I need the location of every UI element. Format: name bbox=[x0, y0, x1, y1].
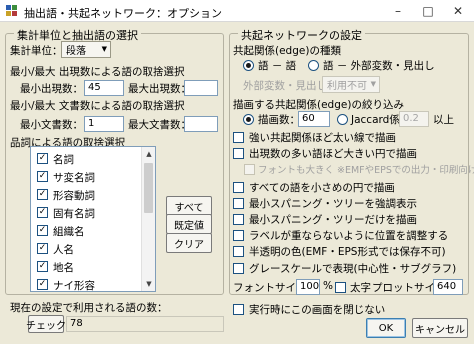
select-all-button[interactable]: すべて bbox=[166, 196, 212, 216]
radio-word-variable[interactable] bbox=[308, 60, 319, 71]
max-freq-label: 最大出現数： bbox=[128, 83, 191, 95]
option-checkbox-thick-lines[interactable] bbox=[233, 132, 244, 143]
pos-checkbox[interactable]: ✓ bbox=[37, 171, 48, 182]
scroll-thumb[interactable] bbox=[144, 163, 153, 213]
radio-draw-count[interactable] bbox=[243, 114, 254, 125]
pos-item-label: 地名 bbox=[53, 262, 74, 274]
pos-checkbox[interactable]: ✓ bbox=[37, 243, 48, 254]
unit-select-value: 段落 bbox=[66, 46, 86, 57]
check-button[interactable]: チェック bbox=[26, 315, 66, 333]
radio-word-word[interactable] bbox=[243, 60, 254, 71]
pos-list[interactable]: ✓ 名詞 ✓ サ変名詞 ✓ 形容動詞 ✓ 固有名詞 ✓ 組織名 ✓ 人名 ✓ 地… bbox=[30, 146, 156, 292]
list-item[interactable]: ✓ 形容動詞 bbox=[31, 185, 141, 205]
bold-label: 太字 bbox=[350, 282, 371, 294]
title-bar: 抽出語・共起ネットワーク：オプション – □ ✕ bbox=[0, 0, 474, 22]
option-checkbox-mst-highlight[interactable] bbox=[233, 198, 244, 209]
pos-item-label: 固有名詞 bbox=[53, 208, 95, 220]
option-checkbox-translucent[interactable] bbox=[233, 246, 244, 257]
keep-open-checkbox[interactable] bbox=[233, 304, 244, 315]
pos-checkbox[interactable]: ✓ bbox=[37, 225, 48, 236]
pos-item-label: 人名 bbox=[53, 244, 74, 256]
option-checkbox-mst-only[interactable] bbox=[233, 214, 244, 225]
word-count-display: 78 bbox=[66, 316, 224, 332]
freq-section-label: 最小/最大 出現数による語の取捨選択 bbox=[10, 66, 185, 78]
pos-item-label: サ変名詞 bbox=[53, 172, 95, 184]
pos-item-label: 組織名 bbox=[53, 226, 85, 238]
pos-checkbox[interactable]: ✓ bbox=[37, 153, 48, 164]
variable-select-value: 利用不可 bbox=[327, 81, 367, 92]
unit-label: 集計単位： bbox=[10, 45, 63, 57]
options-dialog: 抽出語・共起ネットワーク：オプション – □ ✕ 集計単位と抽出語の選択 集計単… bbox=[0, 0, 474, 344]
list-scrollbar[interactable]: ▲ ▼ bbox=[141, 147, 155, 291]
draw-count-input[interactable]: 60 bbox=[298, 111, 330, 127]
option-label: 出現数の多い語ほど大きい円で描画 bbox=[249, 148, 417, 160]
option-checkbox-label-adjust[interactable] bbox=[233, 230, 244, 241]
option-checkbox-large-circles[interactable] bbox=[233, 148, 244, 159]
scroll-up-icon[interactable]: ▲ bbox=[142, 147, 155, 161]
list-item[interactable]: ✓ 地名 bbox=[31, 257, 141, 277]
option-label: 半透明の色(EMF・EPS形式では保存不可) bbox=[249, 246, 446, 258]
unit-select[interactable]: 段落 ▼ bbox=[61, 41, 111, 58]
font-size-unit: % bbox=[323, 280, 333, 292]
option-label: ラベルが重ならないように位置を調整する bbox=[249, 230, 449, 242]
max-freq-input[interactable] bbox=[184, 80, 218, 96]
docs-section-label: 最小/最大 文書数による語の取捨選択 bbox=[10, 100, 185, 112]
option-label: 最小スパニング・ツリーを強調表示 bbox=[249, 198, 417, 210]
plot-size-input[interactable]: 640 bbox=[433, 279, 463, 295]
option-label: フォントも大きく ※EMFやEPSでの出力・印刷向け bbox=[258, 165, 474, 176]
pos-item-label: 名詞 bbox=[53, 154, 74, 166]
pos-checkbox[interactable]: ✓ bbox=[37, 279, 48, 290]
list-item[interactable]: ✓ 組織名 bbox=[31, 221, 141, 241]
option-checkbox-small-circles[interactable] bbox=[233, 182, 244, 193]
list-item[interactable]: ✓ ナイ形容 bbox=[31, 275, 141, 292]
max-docs-input[interactable] bbox=[184, 116, 218, 132]
radio-jaccard[interactable] bbox=[337, 114, 348, 125]
radio-word-variable-label: 語 － 外部変数・見出し bbox=[323, 60, 435, 72]
pos-item-label: ナイ形容 bbox=[53, 280, 95, 292]
variable-select[interactable]: 利用不可 ▼ bbox=[322, 76, 380, 93]
list-item[interactable]: ✓ 固有名詞 bbox=[31, 203, 141, 223]
word-count-label: 現在の設定で利用される語の数： bbox=[10, 302, 168, 314]
edge-filter-label: 描画する共起関係(edge)の絞り込み bbox=[233, 99, 404, 111]
list-item[interactable]: ✓ 人名 bbox=[31, 239, 141, 259]
min-freq-label: 最小出現数： bbox=[20, 83, 83, 95]
option-checkbox-grayscale[interactable] bbox=[233, 263, 244, 274]
minimize-icon[interactable]: – bbox=[384, 0, 412, 22]
option-label: グレースケールで表現(中心性・サブグラフ) bbox=[249, 263, 457, 275]
max-docs-label: 最大文書数： bbox=[128, 119, 191, 131]
window-title: 抽出語・共起ネットワーク：オプション bbox=[24, 7, 222, 20]
close-icon[interactable]: ✕ bbox=[444, 0, 472, 22]
pos-checkbox[interactable]: ✓ bbox=[37, 261, 48, 272]
option-label: 最小スパニング・ツリーだけを描画 bbox=[249, 214, 417, 226]
pos-item-label: 形容動詞 bbox=[53, 190, 95, 202]
clear-button[interactable]: クリア bbox=[166, 233, 212, 253]
min-docs-input[interactable]: 1 bbox=[84, 116, 124, 132]
chevron-down-icon: ▼ bbox=[101, 45, 107, 53]
default-button[interactable]: 既定値 bbox=[166, 214, 212, 234]
chevron-down-icon: ▼ bbox=[370, 80, 376, 88]
min-freq-input[interactable]: 45 bbox=[84, 80, 124, 96]
pos-checkbox[interactable]: ✓ bbox=[37, 189, 48, 200]
cancel-button[interactable]: キャンセル bbox=[412, 318, 468, 338]
list-item[interactable]: ✓ 名詞 bbox=[31, 149, 141, 169]
option-label: 強い共起関係ほど太い線で描画 bbox=[249, 132, 396, 144]
bold-checkbox[interactable] bbox=[335, 282, 346, 293]
keep-open-label: 実行時にこの画面を閉じない bbox=[249, 304, 386, 316]
min-docs-label: 最小文書数： bbox=[20, 119, 83, 131]
radio-word-word-label: 語 － 語 bbox=[258, 60, 297, 72]
maximize-icon[interactable]: □ bbox=[414, 0, 442, 22]
scroll-down-icon[interactable]: ▼ bbox=[142, 277, 155, 291]
network-settings-group-title: 共起ネットワークの設定 bbox=[238, 27, 365, 43]
font-size-input[interactable]: 100 bbox=[296, 279, 320, 295]
option-checkbox-large-font[interactable] bbox=[244, 164, 255, 175]
pos-checkbox[interactable]: ✓ bbox=[37, 207, 48, 218]
ok-button[interactable]: OK bbox=[366, 318, 406, 338]
radio-draw-count-label: 描画数： bbox=[258, 114, 300, 126]
jaccard-suffix: 以上 bbox=[433, 114, 454, 126]
app-icon bbox=[6, 5, 18, 17]
edge-type-label: 共起関係(edge)の種類 bbox=[233, 45, 341, 57]
option-label: すべての語を小さめの円で描画 bbox=[249, 182, 395, 194]
list-item[interactable]: ✓ サ変名詞 bbox=[31, 167, 141, 187]
jaccard-input[interactable]: 0.2 bbox=[399, 111, 429, 127]
